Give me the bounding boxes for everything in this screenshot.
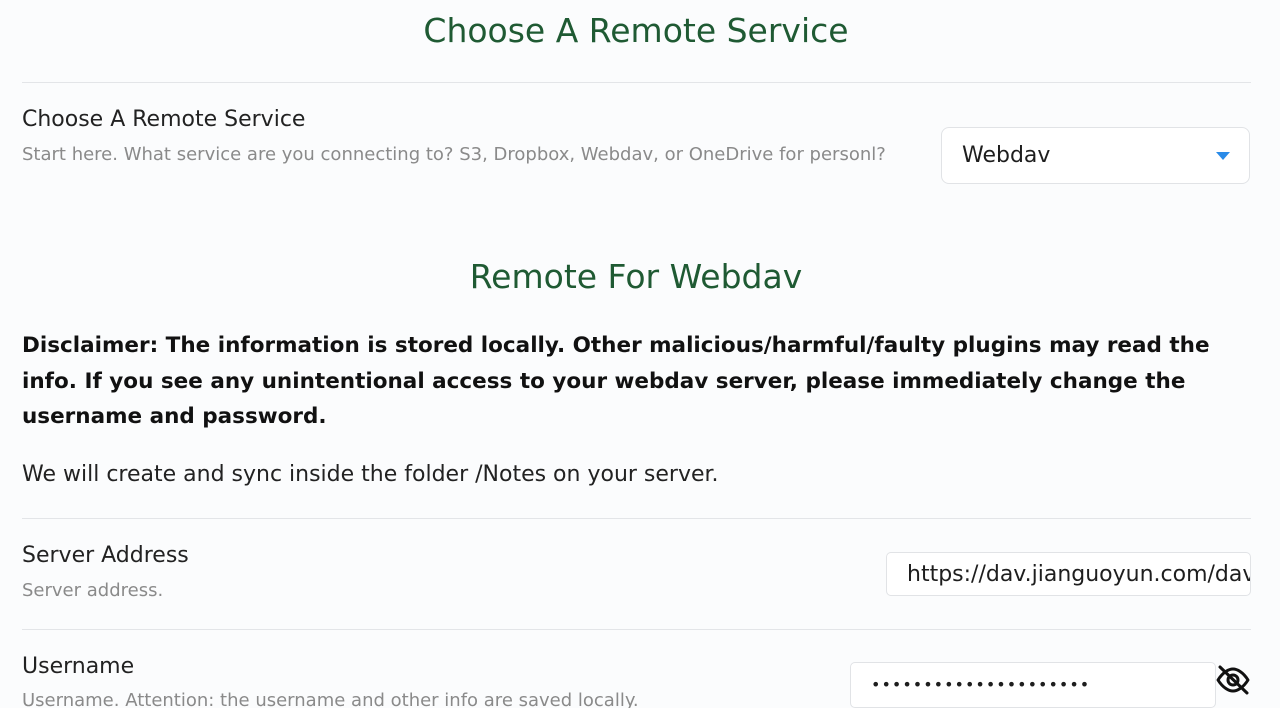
sync-folder-info: We will create and sync inside the folde… — [22, 462, 719, 487]
divider — [22, 518, 1251, 519]
setting-description-server-address: Server address. — [22, 580, 164, 601]
eye-off-icon[interactable] — [1214, 662, 1252, 698]
remote-service-dropdown[interactable]: Webdav — [941, 127, 1250, 184]
divider — [22, 629, 1251, 630]
section-heading-remote-service: Choose A Remote Service — [423, 11, 849, 50]
setting-name-server-address: Server Address — [22, 543, 189, 568]
setting-name-remote-service: Choose A Remote Service — [22, 107, 306, 132]
setting-description-username: Username. Attention: the username and ot… — [22, 690, 639, 708]
setting-name-username: Username — [22, 654, 135, 679]
disclaimer-text: Disclaimer: The information is stored lo… — [22, 333, 1210, 429]
caret-down-icon — [1216, 152, 1230, 160]
setting-description-remote-service: Start here. What service are you connect… — [22, 144, 886, 165]
dropdown-selected-value: Webdav — [962, 143, 1051, 168]
username-input[interactable]: ••••••••••••••••••••• — [850, 662, 1216, 708]
section-heading-webdav: Remote For Webdav — [469, 257, 803, 296]
server-address-input[interactable] — [886, 552, 1251, 596]
divider — [22, 82, 1251, 83]
settings-page: Choose A Remote Service Choose A Remote … — [0, 0, 1280, 708]
